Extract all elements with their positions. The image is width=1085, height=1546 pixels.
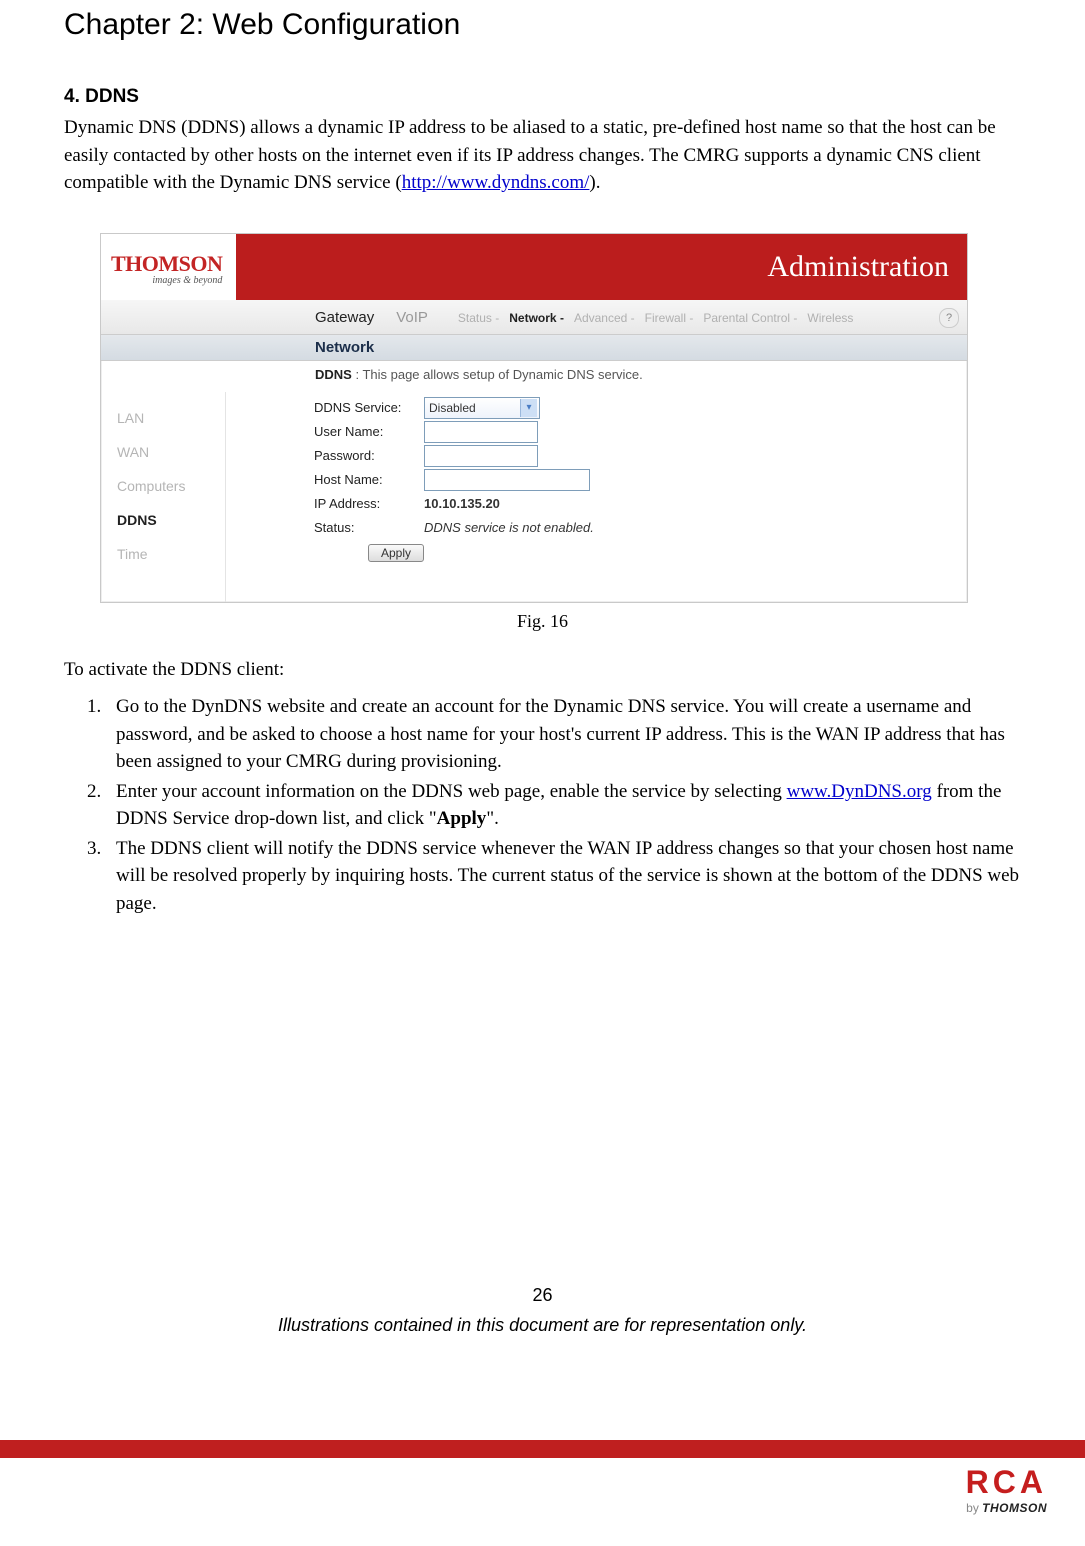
page-description: DDNS : This page allows setup of Dynamic… xyxy=(101,361,967,392)
sidebar-item-ddns[interactable]: DDNS xyxy=(117,512,225,528)
thomson-logo: THOMSON images & beyond xyxy=(101,234,236,300)
chapter-title: Chapter 2: Web Configuration xyxy=(64,8,1021,42)
chevron-down-icon: ▾ xyxy=(520,399,537,417)
subtab-wireless[interactable]: Wireless xyxy=(807,311,853,325)
ipaddress-value: 10.10.135.20 xyxy=(424,496,500,511)
subtab-advanced[interactable]: Advanced - xyxy=(574,311,635,325)
subtab-parental[interactable]: Parental Control - xyxy=(703,311,797,325)
sidebar-item-computers[interactable]: Computers xyxy=(117,478,225,494)
intro-text-post: ). xyxy=(589,172,600,193)
tab-voip[interactable]: VoIP xyxy=(396,309,428,326)
username-input[interactable] xyxy=(424,421,538,443)
left-nav: LAN WAN Computers DDNS Time xyxy=(101,392,226,602)
ddns-service-select[interactable]: Disabled ▾ xyxy=(424,397,540,419)
section-banner: Network xyxy=(101,334,967,361)
sidebar-item-time[interactable]: Time xyxy=(117,546,225,562)
logo-tagline: images & beyond xyxy=(111,275,222,286)
ddns-service-value: Disabled xyxy=(429,401,476,415)
footer-red-bar xyxy=(0,1440,1085,1458)
step-2-post: ". xyxy=(486,808,499,829)
password-label: Password: xyxy=(314,448,424,463)
top-tab-row: Gateway VoIP Status - Network - Advanced… xyxy=(101,300,967,334)
page-title: Administration xyxy=(236,234,967,300)
hostname-input[interactable] xyxy=(424,469,590,491)
steps-list: Go to the DynDNS website and create an a… xyxy=(64,693,1021,917)
rca-logo: RCA xyxy=(966,1464,1047,1501)
ddns-form: DDNS Service: Disabled ▾ User Name: Pass… xyxy=(226,392,594,602)
subtab-network[interactable]: Network - xyxy=(509,311,564,325)
sub-tab-group: Status - Network - Advanced - Firewall -… xyxy=(458,311,853,325)
ddns-service-label: DDNS Service: xyxy=(314,400,424,415)
figure-16-screenshot: THOMSON images & beyond Administration G… xyxy=(100,233,968,603)
subtab-firewall[interactable]: Firewall - xyxy=(645,311,694,325)
password-input[interactable] xyxy=(424,445,538,467)
help-icon[interactable]: ? xyxy=(939,308,959,328)
apply-button[interactable]: Apply xyxy=(368,544,424,562)
step-3: The DDNS client will notify the DDNS ser… xyxy=(106,835,1021,918)
desc-text: : This page allows setup of Dynamic DNS … xyxy=(352,367,643,382)
status-label: Status: xyxy=(314,520,424,535)
logo-text: THOMSON xyxy=(111,251,222,277)
subtab-status[interactable]: Status - xyxy=(458,311,499,325)
footer-disclaimer: Illustrations contained in this document… xyxy=(0,1315,1085,1336)
figure-caption: Fig. 16 xyxy=(64,611,1021,632)
status-value: DDNS service is not enabled. xyxy=(424,520,594,535)
hostname-label: Host Name: xyxy=(314,472,424,487)
dyndns-org-link[interactable]: www.DynDNS.org xyxy=(787,781,932,802)
sidebar-item-lan[interactable]: LAN xyxy=(117,410,225,426)
page-number: 26 xyxy=(0,1285,1085,1306)
step-2: Enter your account information on the DD… xyxy=(106,778,1021,833)
activate-lead: To activate the DDNS client: xyxy=(64,656,1021,684)
header-bar: THOMSON images & beyond Administration xyxy=(101,234,967,300)
intro-paragraph: Dynamic DNS (DDNS) allows a dynamic IP a… xyxy=(64,114,1021,197)
by-text: by xyxy=(966,1501,982,1515)
dyndns-link[interactable]: http://www.dyndns.com/ xyxy=(402,172,590,193)
thomson-text: THOMSON xyxy=(982,1501,1047,1515)
username-label: User Name: xyxy=(314,424,424,439)
footer-logo-area: RCA by THOMSON xyxy=(0,1458,1085,1528)
step-2-pre: Enter your account information on the DD… xyxy=(116,781,787,802)
sidebar-item-wan[interactable]: WAN xyxy=(117,444,225,460)
step-2-bold: Apply xyxy=(437,808,487,829)
tab-gateway[interactable]: Gateway xyxy=(315,309,374,326)
desc-bold: DDNS xyxy=(315,367,352,382)
rca-byline: by THOMSON xyxy=(966,1501,1047,1515)
step-1: Go to the DynDNS website and create an a… xyxy=(106,693,1021,776)
section-heading: 4. DDNS xyxy=(64,86,1021,108)
ipaddress-label: IP Address: xyxy=(314,496,424,511)
